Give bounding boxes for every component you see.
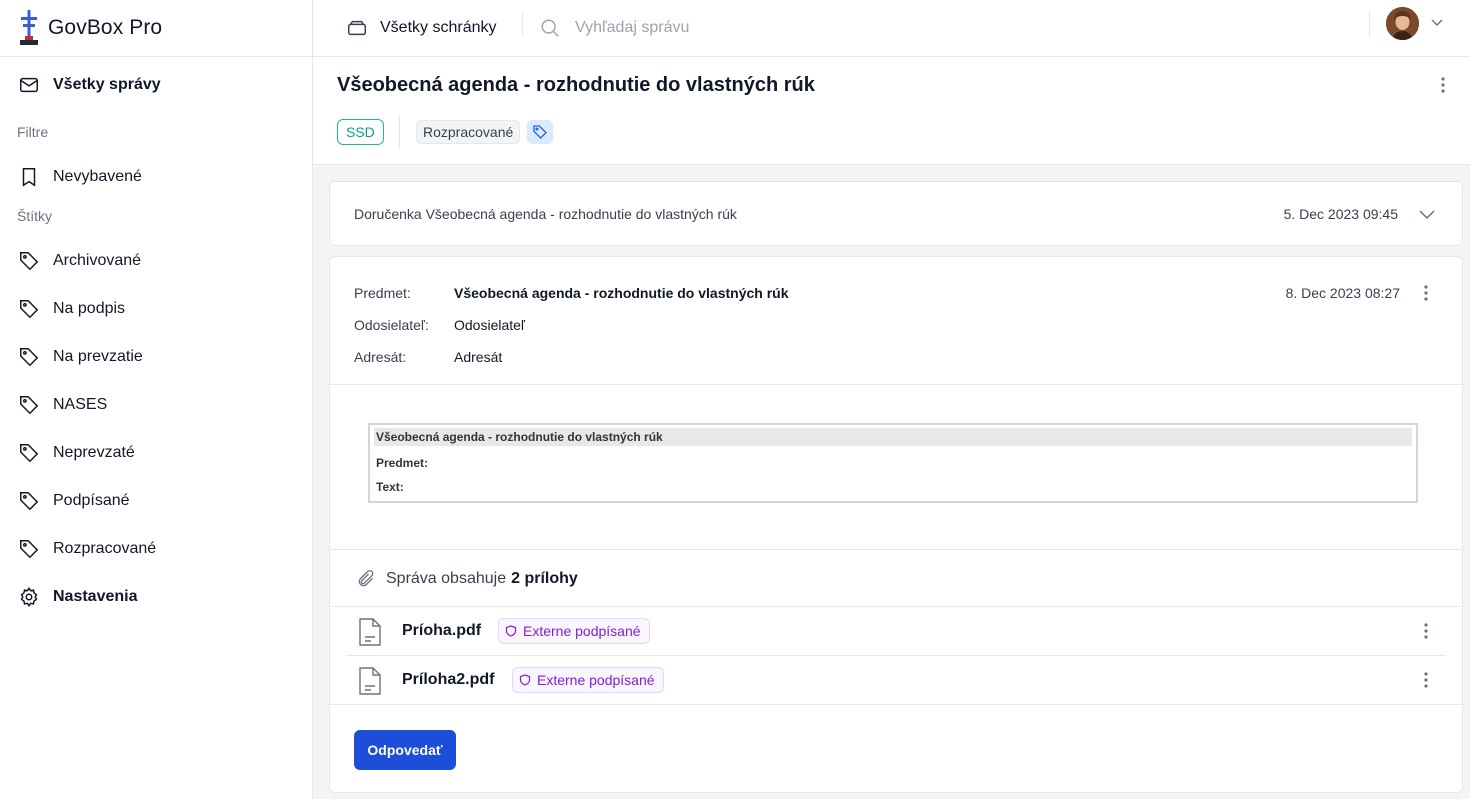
topbar-divider (1369, 11, 1370, 37)
topbar-divider (522, 11, 523, 37)
form-text-label: Text: (376, 480, 404, 494)
receipt-card[interactable]: Doručenka Všeobecná agenda - rozhodnutie… (329, 181, 1463, 246)
shield-icon (505, 625, 517, 637)
message-card: Predmet: Všeobecná agenda - rozhodnutie … (329, 256, 1463, 793)
tag-icon (20, 396, 39, 415)
search-icon (541, 19, 559, 37)
avatar[interactable] (1386, 7, 1419, 40)
sidebar-item-label: Nevybavené (53, 168, 142, 185)
sidebar-item-label: Na podpis (53, 300, 126, 317)
bookmark-icon (22, 168, 36, 187)
sidebar-item-nases[interactable]: NASES (18, 393, 107, 417)
sidebar-item-archivovane[interactable]: Archivované (18, 249, 141, 273)
app-name: GovBox Pro (48, 16, 163, 39)
tag-icon (20, 540, 39, 559)
sidebar-item-label: Všetky správy (53, 76, 161, 93)
receipt-subject: Doručenka Všeobecná agenda - rozhodnutie… (354, 206, 737, 222)
attachment-row[interactable]: Príoha.pdf Externe podpísané (346, 607, 1446, 655)
signature-badge: Externe podpísané (498, 618, 650, 644)
subject-value: Všeobecná agenda - rozhodnutie do vlastn… (454, 285, 789, 301)
topbar: Všetky schránky (313, 0, 1470, 57)
envelope-icon (20, 77, 38, 93)
mailbox-selector[interactable]: Všetky schránky (346, 13, 496, 43)
message-form-preview: Všeobecná agenda - rozhodnutie do vlastn… (368, 423, 1418, 503)
sender-label: Odosielateľ: (354, 317, 429, 333)
box-badge: SSD (337, 119, 384, 145)
sidebar-item-rozpracovane[interactable]: Rozpracované (18, 537, 156, 561)
meta-recipient: Adresát: Adresát (354, 349, 502, 365)
recipient-value: Adresát (454, 349, 503, 365)
tag-icon (533, 125, 547, 139)
sidebar-item-label: Na prevzatie (53, 348, 143, 365)
subject-label: Predmet: (354, 285, 411, 301)
chevron-down-icon[interactable] (1430, 15, 1444, 29)
sidebar-item-all-messages[interactable]: Všetky správy (18, 73, 161, 97)
attachment-row[interactable]: Príloha2.pdf Externe podpísané (346, 656, 1446, 704)
receipt-date: 5. Dec 2023 09:45 (1283, 206, 1398, 222)
inbox-icon (348, 20, 366, 36)
sidebar-item-label: Neprevzaté (53, 444, 135, 461)
sidebar-item-na-prevzatie[interactable]: Na prevzatie (18, 345, 143, 369)
more-options-icon[interactable] (1416, 621, 1436, 641)
search-bar[interactable] (539, 12, 1139, 44)
divider (330, 384, 1462, 385)
sidebar-item-na-podpis[interactable]: Na podpis (18, 297, 125, 321)
tag-icon (20, 444, 39, 463)
sidebar-item-label: Rozpracované (53, 540, 157, 557)
file-icon (359, 618, 381, 646)
gear-icon (20, 587, 38, 607)
sidebar-item-label: NASES (53, 396, 108, 413)
sidebar-item-label: Nastavenia (53, 588, 138, 605)
more-options-icon[interactable] (1416, 670, 1436, 690)
form-subject-label: Predmet: (376, 456, 429, 470)
meta-subject: Predmet: Všeobecná agenda - rozhodnutie … (354, 285, 789, 301)
attachment-name[interactable]: Príloha2.pdf (402, 671, 494, 689)
tag-badge[interactable]: Rozpracované (416, 120, 521, 144)
chevron-down-icon[interactable] (1418, 205, 1436, 223)
tag-icon (20, 492, 39, 511)
tag-icon (20, 300, 39, 319)
attachments-heading: Správa obsahuje 2 prílohy (356, 569, 578, 589)
attachments-count: 2 prílohy (511, 570, 578, 587)
edit-tags-button[interactable] (527, 120, 553, 144)
attachments-prefix: Správa obsahuje (386, 570, 507, 587)
file-icon (359, 667, 381, 695)
user-photo-icon (1386, 7, 1419, 40)
sender-value: Odosielateľ (454, 317, 526, 333)
tag-icon (20, 252, 39, 271)
tags-heading: Štítky (17, 208, 53, 224)
shield-icon (519, 674, 531, 686)
sidebar-item-nevybavene[interactable]: Nevybavené (18, 165, 142, 189)
paperclip-icon (358, 569, 374, 587)
sidebar-item-podpisane[interactable]: Podpísané (18, 489, 130, 513)
sidebar-item-settings[interactable]: Nastavenia (18, 585, 138, 609)
divider (330, 549, 1462, 550)
sidebar-item-label: Podpísané (53, 492, 130, 509)
form-header: Všeobecná agenda - rozhodnutie do vlastn… (374, 428, 1412, 446)
search-input[interactable] (575, 19, 1075, 37)
signature-label: Externe podpísané (523, 623, 641, 639)
reply-button[interactable]: Odpovedať (354, 730, 456, 770)
recipient-label: Adresát: (354, 349, 407, 365)
mailbox-label: Všetky schránky (380, 19, 497, 36)
filters-heading: Filtre (17, 124, 49, 140)
signature-label: Externe podpísané (537, 672, 655, 688)
page-title: Všeobecná agenda - rozhodnutie do vlastn… (337, 74, 815, 96)
brand[interactable]: GovBox Pro (0, 0, 312, 57)
sidebar: GovBox Pro Všetky správy Filtre Nevybave… (0, 0, 313, 799)
govbox-logo-icon (20, 10, 38, 45)
thread-header: Všeobecná agenda - rozhodnutie do vlastn… (313, 57, 1470, 165)
signature-badge: Externe podpísané (512, 667, 664, 693)
sidebar-item-neprevzate[interactable]: Neprevzaté (18, 441, 135, 465)
tag-icon (20, 348, 39, 367)
more-options-icon[interactable] (1416, 283, 1436, 303)
message-date: 8. Dec 2023 08:27 (1285, 285, 1400, 301)
divider (330, 704, 1462, 705)
meta-sender: Odosielateľ: Odosielateľ (354, 317, 525, 333)
sidebar-item-label: Archivované (53, 252, 142, 269)
more-options-icon[interactable] (1433, 75, 1453, 95)
attachment-name[interactable]: Príoha.pdf (402, 622, 481, 640)
header-divider (399, 115, 400, 149)
